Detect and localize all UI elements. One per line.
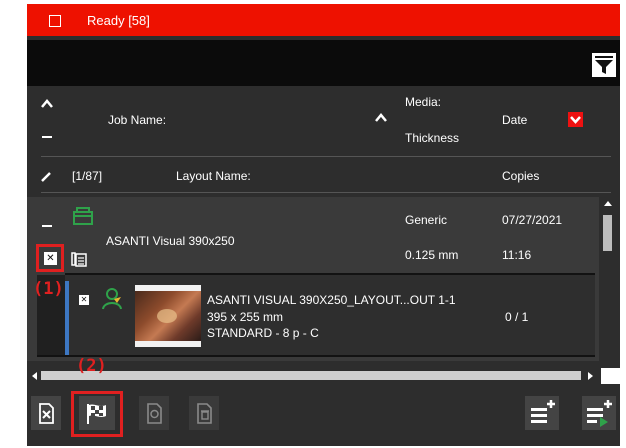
job-thickness: 0.125 mm — [405, 248, 459, 262]
layout-size: 395 x 255 mm — [207, 310, 284, 324]
expand-icon[interactable] — [40, 171, 52, 183]
reprint-icon[interactable] — [139, 396, 169, 430]
scroll-corner — [601, 368, 620, 384]
filter-icon[interactable] — [592, 53, 616, 77]
job-time: 11:16 — [502, 248, 532, 262]
column-header: Job Name: Media: Thickness Date — [27, 88, 620, 154]
copies-header[interactable]: Copies — [502, 169, 539, 183]
layout-name-header[interactable]: Layout Name: — [176, 169, 251, 183]
scroll-left-arrow[interactable] — [32, 372, 37, 380]
thumbnail-highlight — [157, 309, 177, 323]
divider — [41, 156, 611, 157]
layout-delete-checkbox[interactable]: ✕ — [79, 295, 89, 305]
layout-name[interactable]: ASANTI VISUAL 390X250_LAYOUT...OUT 1-1 — [207, 293, 456, 307]
collapse-job-icon[interactable] — [42, 225, 52, 227]
person-icon — [102, 288, 122, 310]
ready-select-checkbox[interactable] — [49, 15, 61, 27]
horizontal-scroll-thumb[interactable] — [41, 371, 581, 380]
layout-subheader: [1/87] Layout Name: Copies — [27, 162, 620, 190]
divider — [41, 192, 611, 193]
scroll-right-arrow[interactable] — [588, 372, 593, 380]
bottom-toolbar — [27, 386, 620, 446]
scroll-up-arrow[interactable] — [604, 201, 612, 206]
job-queue-panel: Ready [58] Job Name: Media: Thickness Da… — [27, 4, 620, 446]
collapse-all-icon[interactable] — [42, 136, 52, 138]
layout-mode: STANDARD - 8 p - C — [207, 326, 319, 340]
job-date: 07/27/2021 — [502, 213, 563, 227]
media-header[interactable]: Media: — [405, 95, 441, 109]
selection-indicator — [65, 281, 69, 355]
pages-icon — [71, 252, 87, 267]
add-list-icon[interactable] — [525, 396, 559, 430]
thumbnail-image — [135, 285, 201, 347]
folder-icon — [73, 207, 93, 225]
job-media: Generic — [405, 213, 448, 227]
job-list: ASANTI Visual 390x250 Generic 0.125 mm 0… — [27, 197, 620, 361]
date-header[interactable]: Date — [502, 113, 527, 127]
layout-copies: 0 / 1 — [505, 310, 529, 324]
checkered-flag-icon[interactable] — [79, 396, 115, 430]
job-name[interactable]: ASANTI Visual 390x250 — [106, 234, 235, 248]
sort-up-icon[interactable] — [41, 98, 53, 110]
annotation-label-2: (2) — [76, 356, 107, 376]
add-to-queue-icon[interactable] — [582, 396, 616, 430]
job-name-header[interactable]: Job Name: — [108, 113, 166, 127]
ready-label: Ready [58] — [87, 13, 150, 28]
trash-icon[interactable] — [189, 396, 219, 430]
thickness-header[interactable]: Thickness — [405, 131, 459, 145]
date-sort-checkbox[interactable] — [568, 112, 583, 127]
media-sort-icon[interactable] — [375, 112, 387, 124]
ready-status-bar[interactable]: Ready [58] — [27, 4, 620, 36]
filter-bar — [27, 40, 620, 86]
job-counter: [1/87] — [72, 169, 103, 183]
job-delete-checkbox[interactable]: ✕ — [44, 252, 57, 265]
delete-document-icon[interactable] — [31, 396, 61, 430]
vertical-scroll-thumb[interactable] — [603, 215, 612, 251]
annotation-label-1: (1) — [33, 279, 64, 299]
row-divider — [37, 355, 595, 357]
